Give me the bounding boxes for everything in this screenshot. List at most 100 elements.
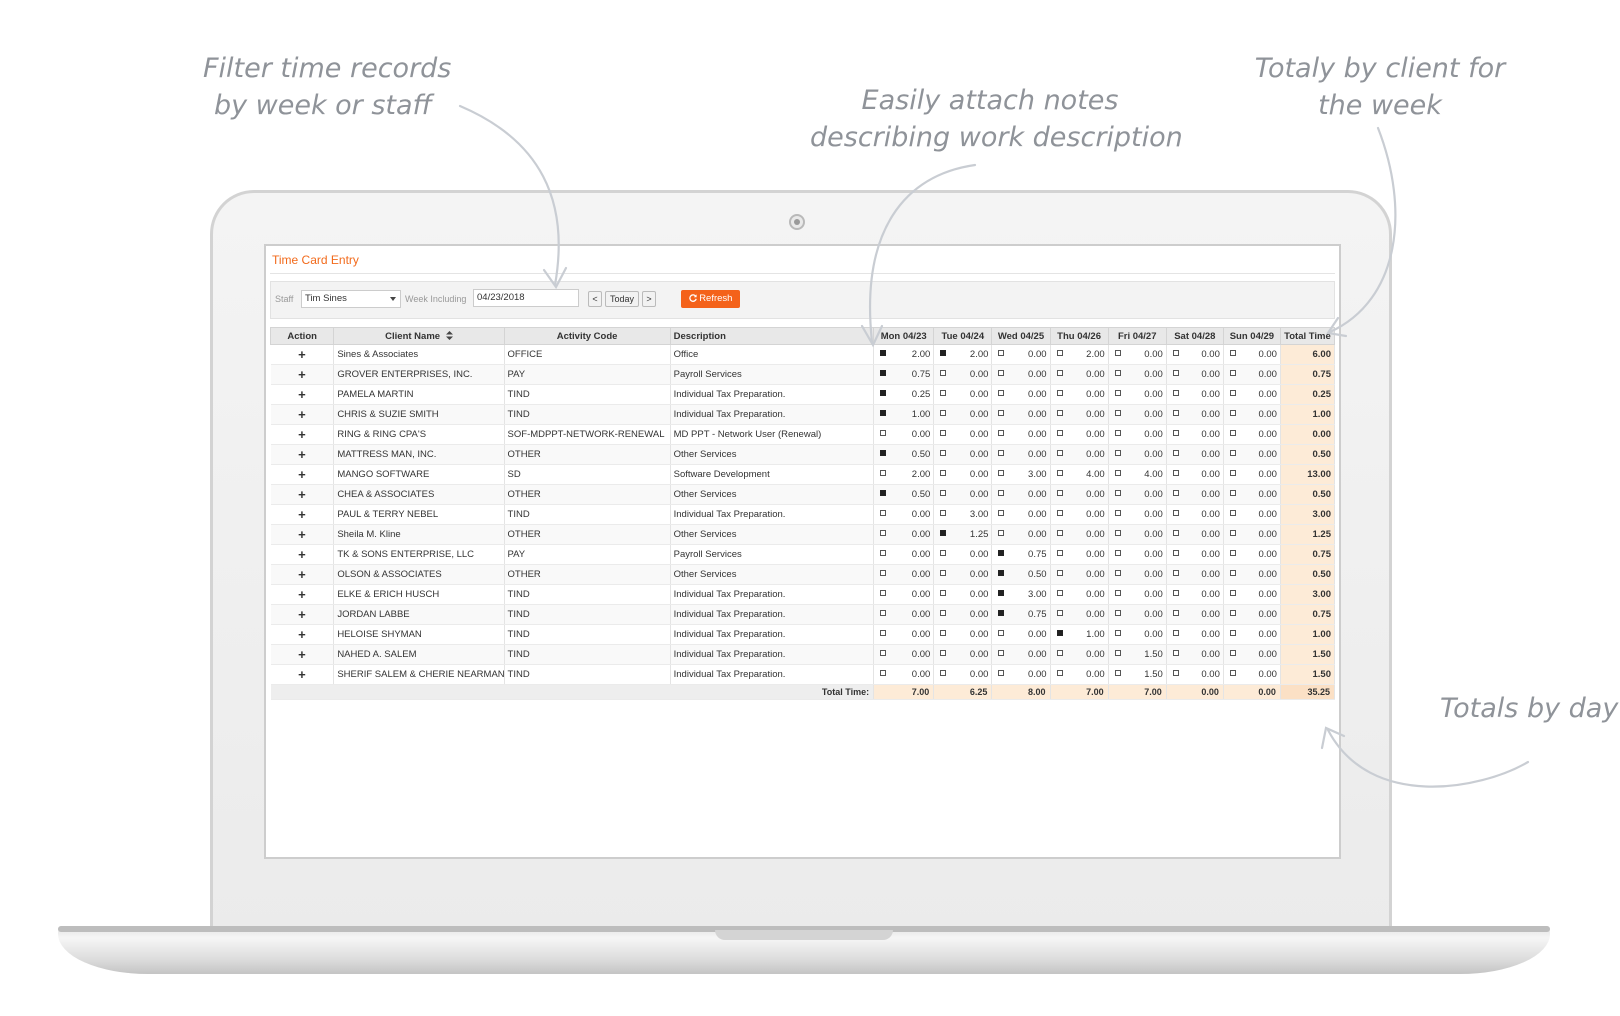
hours-cell-fri[interactable]: 4.00	[1108, 464, 1167, 485]
note-icon[interactable]	[880, 590, 887, 596]
hours-cell-fri[interactable]: 0.00	[1108, 504, 1167, 525]
add-entry-button[interactable]: +	[270, 604, 335, 625]
note-icon[interactable]	[1229, 450, 1236, 456]
hours-cell-mon[interactable]: 2.00	[873, 344, 935, 365]
hours-cell-fri[interactable]: 0.00	[1108, 564, 1167, 585]
hours-cell-sat[interactable]: 0.00	[1166, 364, 1224, 385]
note-icon[interactable]	[1114, 390, 1121, 396]
hours-cell-mon[interactable]: 0.00	[873, 604, 935, 625]
add-entry-button[interactable]: +	[270, 664, 335, 685]
hours-cell-sat[interactable]: 0.00	[1166, 384, 1224, 405]
hours-cell-sat[interactable]: 0.00	[1166, 344, 1224, 365]
hours-cell-fri[interactable]: 0.00	[1108, 424, 1167, 445]
note-icon[interactable]	[998, 470, 1005, 476]
note-icon[interactable]	[1114, 670, 1121, 676]
note-icon[interactable]	[1172, 410, 1179, 416]
add-entry-button[interactable]: +	[270, 624, 335, 645]
note-icon[interactable]	[998, 530, 1005, 536]
hours-cell-sat[interactable]: 0.00	[1166, 664, 1224, 685]
note-filled-icon[interactable]	[998, 610, 1005, 616]
hours-cell-sat[interactable]: 0.00	[1166, 524, 1224, 545]
note-icon[interactable]	[1114, 470, 1121, 476]
hours-cell-sat[interactable]: 0.00	[1166, 544, 1224, 565]
note-icon[interactable]	[940, 510, 947, 516]
hours-cell-sun[interactable]: 0.00	[1223, 664, 1281, 685]
hours-cell-tue[interactable]: 0.00	[933, 424, 993, 445]
hours-cell-wed[interactable]: 3.00	[991, 584, 1051, 605]
hours-cell-mon[interactable]: 0.00	[873, 644, 935, 665]
note-icon[interactable]	[1229, 670, 1236, 676]
hours-cell-thu[interactable]: 0.00	[1050, 584, 1109, 605]
hours-cell-thu[interactable]: 0.00	[1050, 364, 1109, 385]
hours-cell-mon[interactable]: 0.25	[873, 384, 935, 405]
hours-cell-wed[interactable]: 0.00	[991, 344, 1051, 365]
note-icon[interactable]	[880, 630, 887, 636]
hours-cell-thu[interactable]: 0.00	[1050, 444, 1109, 465]
hours-cell-tue[interactable]: 0.00	[933, 484, 993, 505]
note-icon[interactable]	[1056, 650, 1063, 656]
note-icon[interactable]	[998, 490, 1005, 496]
hours-cell-fri[interactable]: 0.00	[1108, 524, 1167, 545]
hours-cell-fri[interactable]: 0.00	[1108, 484, 1167, 505]
hours-cell-wed[interactable]: 0.75	[991, 544, 1051, 565]
note-icon[interactable]	[1172, 390, 1179, 396]
note-icon[interactable]	[998, 650, 1005, 656]
note-icon[interactable]	[1172, 610, 1179, 616]
note-filled-icon[interactable]	[998, 590, 1005, 596]
hours-cell-mon[interactable]: 0.00	[873, 544, 935, 565]
note-icon[interactable]	[1172, 510, 1179, 516]
note-filled-icon[interactable]	[940, 530, 947, 536]
note-icon[interactable]	[1056, 370, 1063, 376]
hours-cell-sat[interactable]: 0.00	[1166, 564, 1224, 585]
note-icon[interactable]	[940, 670, 947, 676]
note-icon[interactable]	[1056, 470, 1063, 476]
note-icon[interactable]	[880, 650, 887, 656]
hours-cell-thu[interactable]: 0.00	[1050, 524, 1109, 545]
hours-cell-thu[interactable]: 0.00	[1050, 384, 1109, 405]
today-button[interactable]: Today	[605, 291, 639, 307]
add-entry-button[interactable]: +	[270, 464, 335, 485]
add-entry-button[interactable]: +	[270, 484, 335, 505]
note-icon[interactable]	[1229, 630, 1236, 636]
hours-cell-sun[interactable]: 0.00	[1223, 624, 1281, 645]
note-filled-icon[interactable]	[880, 350, 887, 356]
hours-cell-wed[interactable]: 0.00	[991, 524, 1051, 545]
hours-cell-thu[interactable]: 0.00	[1050, 564, 1109, 585]
hours-cell-thu[interactable]: 4.00	[1050, 464, 1109, 485]
hours-cell-sat[interactable]: 0.00	[1166, 404, 1224, 425]
note-icon[interactable]	[998, 630, 1005, 636]
hours-cell-wed[interactable]: 0.00	[991, 384, 1051, 405]
hours-cell-tue[interactable]: 0.00	[933, 564, 993, 585]
hours-cell-sat[interactable]: 0.00	[1166, 484, 1224, 505]
refresh-button[interactable]: Refresh	[681, 290, 740, 308]
note-icon[interactable]	[1172, 530, 1179, 536]
hours-cell-tue[interactable]: 0.00	[933, 404, 993, 425]
hours-cell-sun[interactable]: 0.00	[1223, 544, 1281, 565]
hours-cell-thu[interactable]: 0.00	[1050, 504, 1109, 525]
note-icon[interactable]	[1229, 390, 1236, 396]
note-icon[interactable]	[880, 470, 887, 476]
hours-cell-wed[interactable]: 0.00	[991, 404, 1051, 425]
note-icon[interactable]	[1172, 650, 1179, 656]
hours-cell-wed[interactable]: 0.00	[991, 664, 1051, 685]
note-filled-icon[interactable]	[880, 450, 887, 456]
add-entry-button[interactable]: +	[270, 524, 335, 545]
note-icon[interactable]	[998, 390, 1005, 396]
note-icon[interactable]	[998, 350, 1005, 356]
note-icon[interactable]	[940, 430, 947, 436]
hours-cell-thu[interactable]: 0.00	[1050, 664, 1109, 685]
hours-cell-wed[interactable]: 3.00	[991, 464, 1051, 485]
note-icon[interactable]	[940, 550, 947, 556]
note-icon[interactable]	[1114, 410, 1121, 416]
note-icon[interactable]	[940, 630, 947, 636]
note-icon[interactable]	[1172, 570, 1179, 576]
note-icon[interactable]	[1229, 410, 1236, 416]
note-icon[interactable]	[1114, 350, 1121, 356]
note-icon[interactable]	[1056, 670, 1063, 676]
hours-cell-wed[interactable]: 0.00	[991, 504, 1051, 525]
add-entry-button[interactable]: +	[270, 364, 335, 385]
note-icon[interactable]	[1056, 410, 1063, 416]
hours-cell-mon[interactable]: 0.00	[873, 524, 935, 545]
note-icon[interactable]	[940, 490, 947, 496]
note-icon[interactable]	[940, 390, 947, 396]
